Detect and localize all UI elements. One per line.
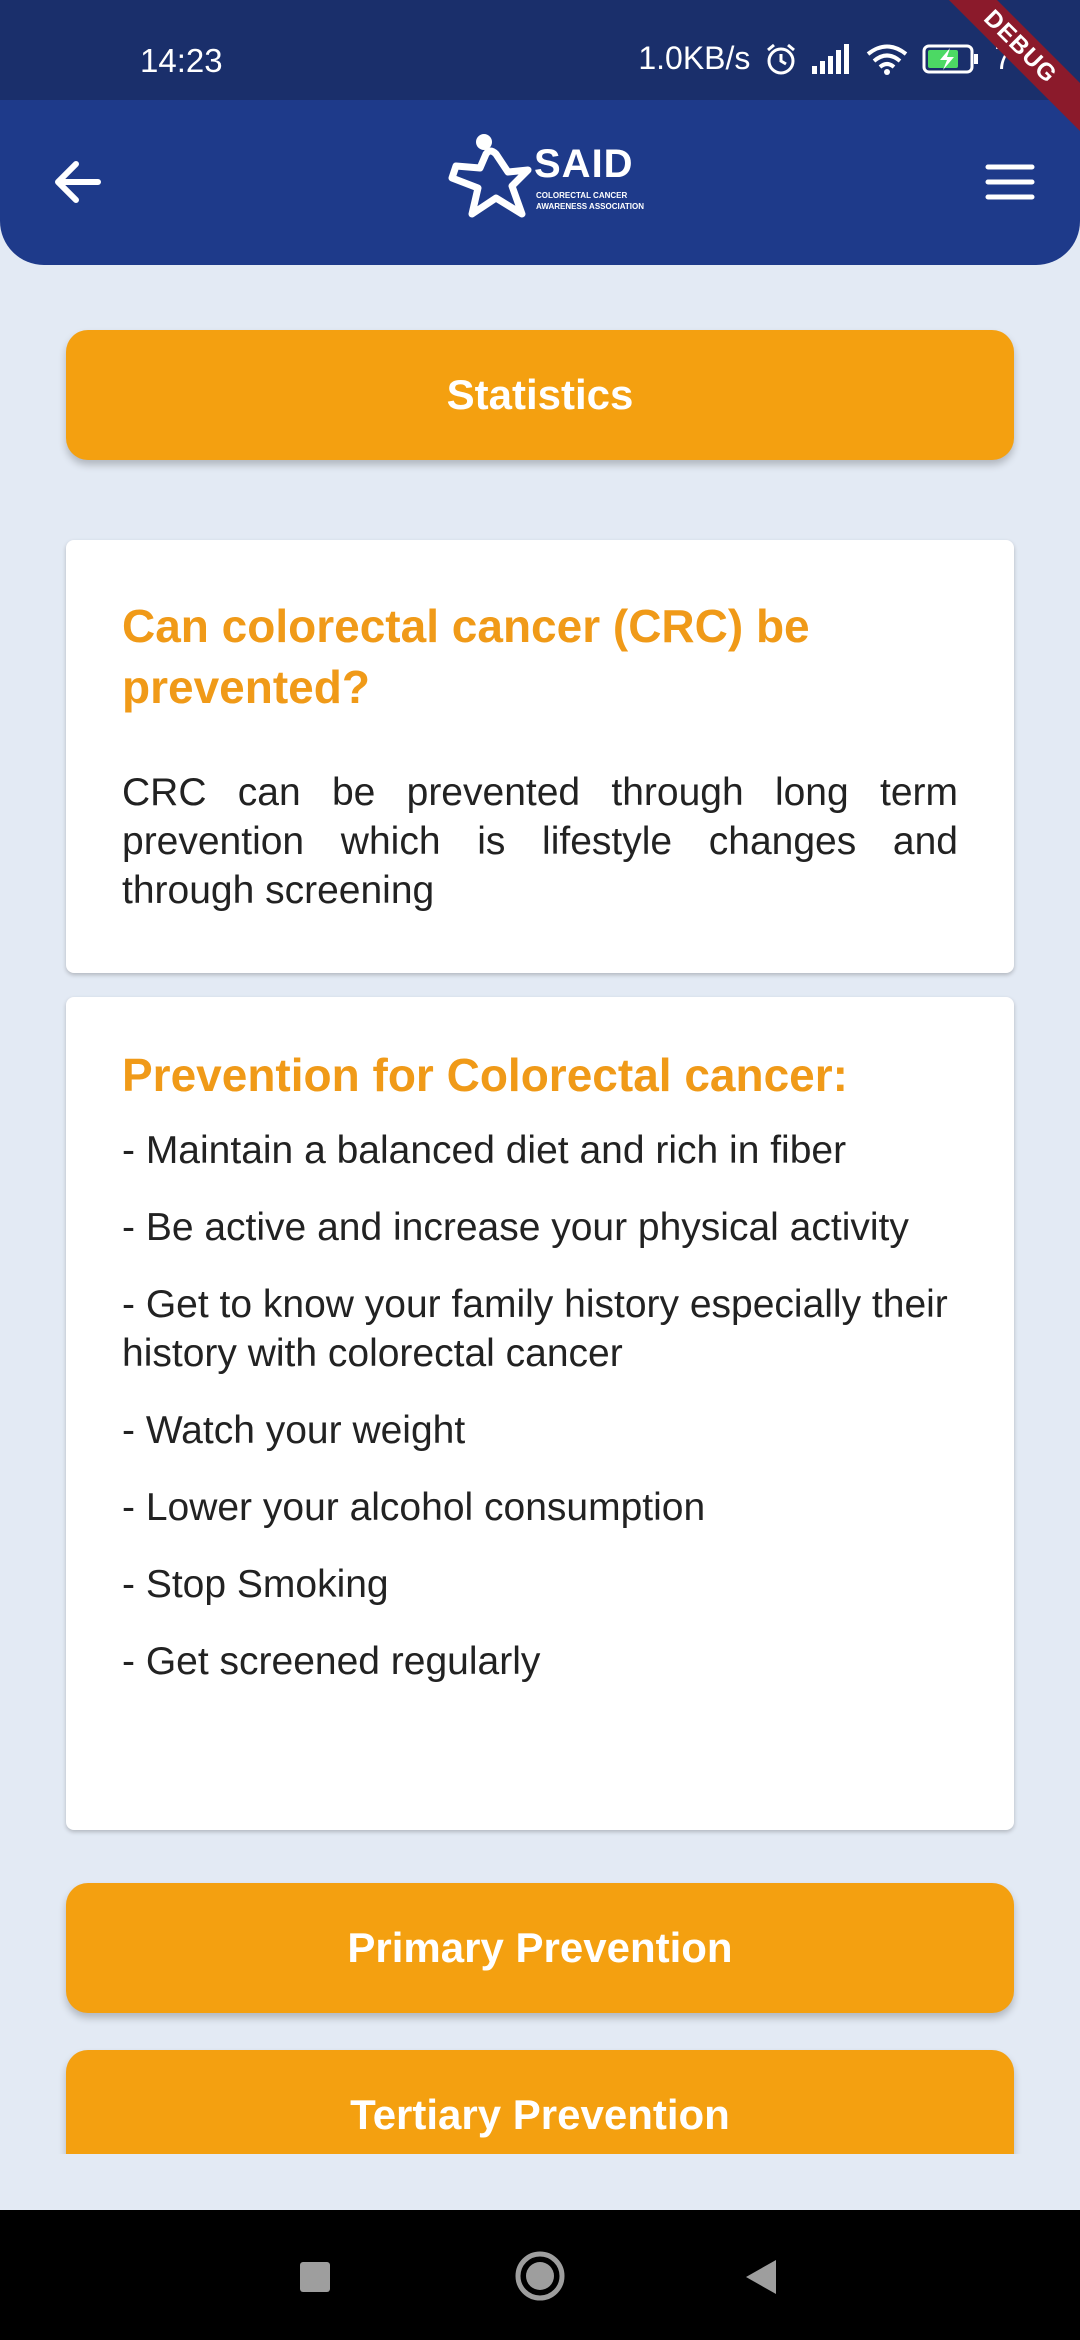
list-item: - Lower your alcohol consumption bbox=[122, 1486, 706, 1529]
status-bar: 14:23 1.0KB/s DEBUG bbox=[0, 0, 1080, 144]
star-figure-icon bbox=[448, 134, 532, 218]
statistics-button[interactable]: Statistics bbox=[66, 330, 1014, 460]
logo-name: SAID bbox=[534, 142, 634, 186]
prevention-card: Prevention for Colorectal cancer: - Main… bbox=[66, 997, 1014, 1830]
list-item: - Stop Smoking bbox=[122, 1563, 389, 1606]
prevention-title: Prevention for Colorectal cancer: bbox=[122, 1049, 848, 1101]
hamburger-menu-icon bbox=[985, 164, 1035, 200]
primary-prevention-button[interactable]: Primary Prevention bbox=[66, 1883, 1014, 2013]
logo-subtitle: COLORECTAL CANCER AWARENESS ASSOCIATION bbox=[536, 191, 645, 211]
list-item: - Watch your weight bbox=[122, 1409, 466, 1452]
nav-back-button[interactable] bbox=[744, 2258, 778, 2296]
tertiary-prevention-button[interactable]: Tertiary Prevention bbox=[66, 2050, 1014, 2154]
back-button[interactable] bbox=[48, 152, 108, 212]
list-item: - Maintain a balanced diet and rich in f… bbox=[122, 1129, 847, 1172]
question-title: Can colorectal cancer (CRC) be prevented… bbox=[122, 600, 810, 713]
arrow-left-icon bbox=[55, 161, 101, 203]
alarm-icon bbox=[764, 42, 798, 76]
status-time: 14:23 bbox=[140, 42, 223, 79]
system-nav-bar bbox=[0, 2210, 1080, 2340]
scroll-clip: Tertiary Prevention bbox=[0, 2048, 1080, 2154]
battery-icon bbox=[922, 44, 980, 74]
wifi-icon bbox=[866, 43, 908, 75]
home-button[interactable] bbox=[514, 2250, 566, 2302]
signal-icon bbox=[812, 43, 852, 74]
app-header: 14:23 1.0KB/s DEBUG SAID COLORECTAL CANC… bbox=[0, 0, 1080, 265]
recents-button[interactable] bbox=[300, 2262, 330, 2292]
menu-button[interactable] bbox=[980, 152, 1040, 212]
list-item: - Get to know your family history especi… bbox=[122, 1283, 948, 1375]
question-answer: CRC can be prevented through long term p… bbox=[122, 771, 958, 912]
crc-question-card: Can colorectal cancer (CRC) be prevented… bbox=[66, 540, 1014, 973]
list-item: - Be active and increase your physical a… bbox=[122, 1206, 909, 1249]
network-speed: 1.0KB/s bbox=[638, 40, 751, 76]
list-item: - Get screened regularly bbox=[122, 1640, 541, 1683]
said-logo: SAID COLORECTAL CANCER AWARENESS ASSOCIA… bbox=[436, 128, 646, 228]
app-bar: SAID COLORECTAL CANCER AWARENESS ASSOCIA… bbox=[0, 100, 1080, 265]
status-icons: 1.0KB/s bbox=[638, 40, 1030, 77]
prevention-list: - Maintain a balanced diet and rich in f… bbox=[122, 1126, 958, 1686]
